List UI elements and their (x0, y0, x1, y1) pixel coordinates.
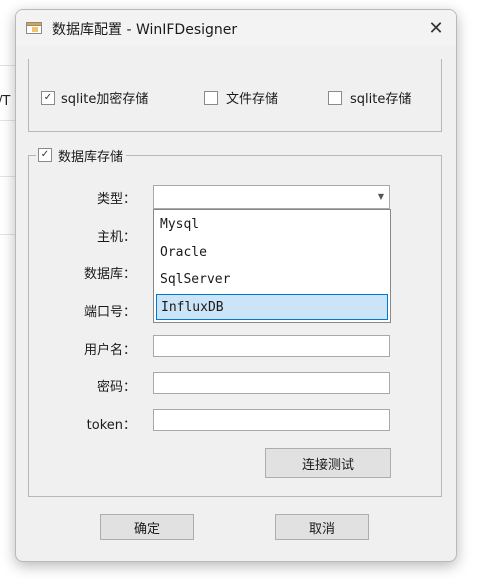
token-field[interactable] (153, 409, 390, 431)
label-username: 用户名： (83, 343, 136, 358)
label-type: 类型： (96, 192, 136, 207)
label-database: 数据库： (83, 267, 136, 282)
title-bar: 数据库配置 - WinIFDesigner ✕ (16, 10, 456, 46)
close-icon: ✕ (428, 17, 444, 39)
label-sqlite-storage[interactable]: sqlite存储 (350, 88, 411, 107)
check-icon: ✓ (43, 92, 53, 103)
background-text: /T (0, 94, 11, 109)
window-title: 数据库配置 - WinIFDesigner (52, 22, 238, 38)
background-divider (0, 120, 16, 121)
label-file-storage[interactable]: 文件存储 (226, 88, 278, 107)
app-window-icon (26, 22, 42, 34)
database-group-header[interactable]: ✓ 数据库存储 (36, 146, 127, 165)
label-token: token： (86, 418, 136, 433)
label-database-storage[interactable]: 数据库存储 (58, 146, 123, 165)
label-port: 端口号： (83, 305, 136, 320)
checkbox-file-storage[interactable] (204, 91, 218, 105)
dropdown-option-mysql[interactable]: Mysql (156, 212, 388, 238)
background-divider (0, 234, 16, 235)
cancel-button[interactable]: 取消 (275, 514, 369, 540)
checkbox-sqlite-encrypted[interactable]: ✓ (41, 91, 55, 105)
dropdown-option-sqlserver[interactable]: SqlServer (156, 267, 388, 293)
background-divider (0, 65, 16, 66)
dropdown-option-influxdb[interactable]: InfluxDB (156, 294, 388, 320)
label-password: 密码： (96, 380, 136, 395)
check-icon: ✓ (40, 149, 50, 160)
database-config-dialog: 数据库配置 - WinIFDesigner ✕ ✓ sqlite加密存储 文件存… (15, 9, 457, 562)
background-divider (0, 176, 16, 177)
label-host: 主机： (96, 230, 136, 245)
checkbox-sqlite-storage[interactable] (328, 91, 342, 105)
close-button[interactable]: ✕ (416, 10, 456, 46)
chevron-down-icon[interactable]: ▼ (378, 192, 384, 201)
checkbox-database-storage[interactable]: ✓ (38, 148, 52, 162)
type-dropdown-list: Mysql Oracle SqlServer InfluxDB (153, 209, 391, 323)
ok-button[interactable]: 确定 (100, 514, 194, 540)
username-field[interactable] (153, 335, 390, 357)
test-connection-button[interactable]: 连接测试 (265, 448, 391, 478)
dropdown-option-oracle[interactable]: Oracle (156, 240, 388, 266)
type-select[interactable]: ▼ (153, 185, 390, 209)
password-field[interactable] (153, 372, 390, 394)
label-sqlite-encrypted[interactable]: sqlite加密存储 (61, 88, 148, 107)
